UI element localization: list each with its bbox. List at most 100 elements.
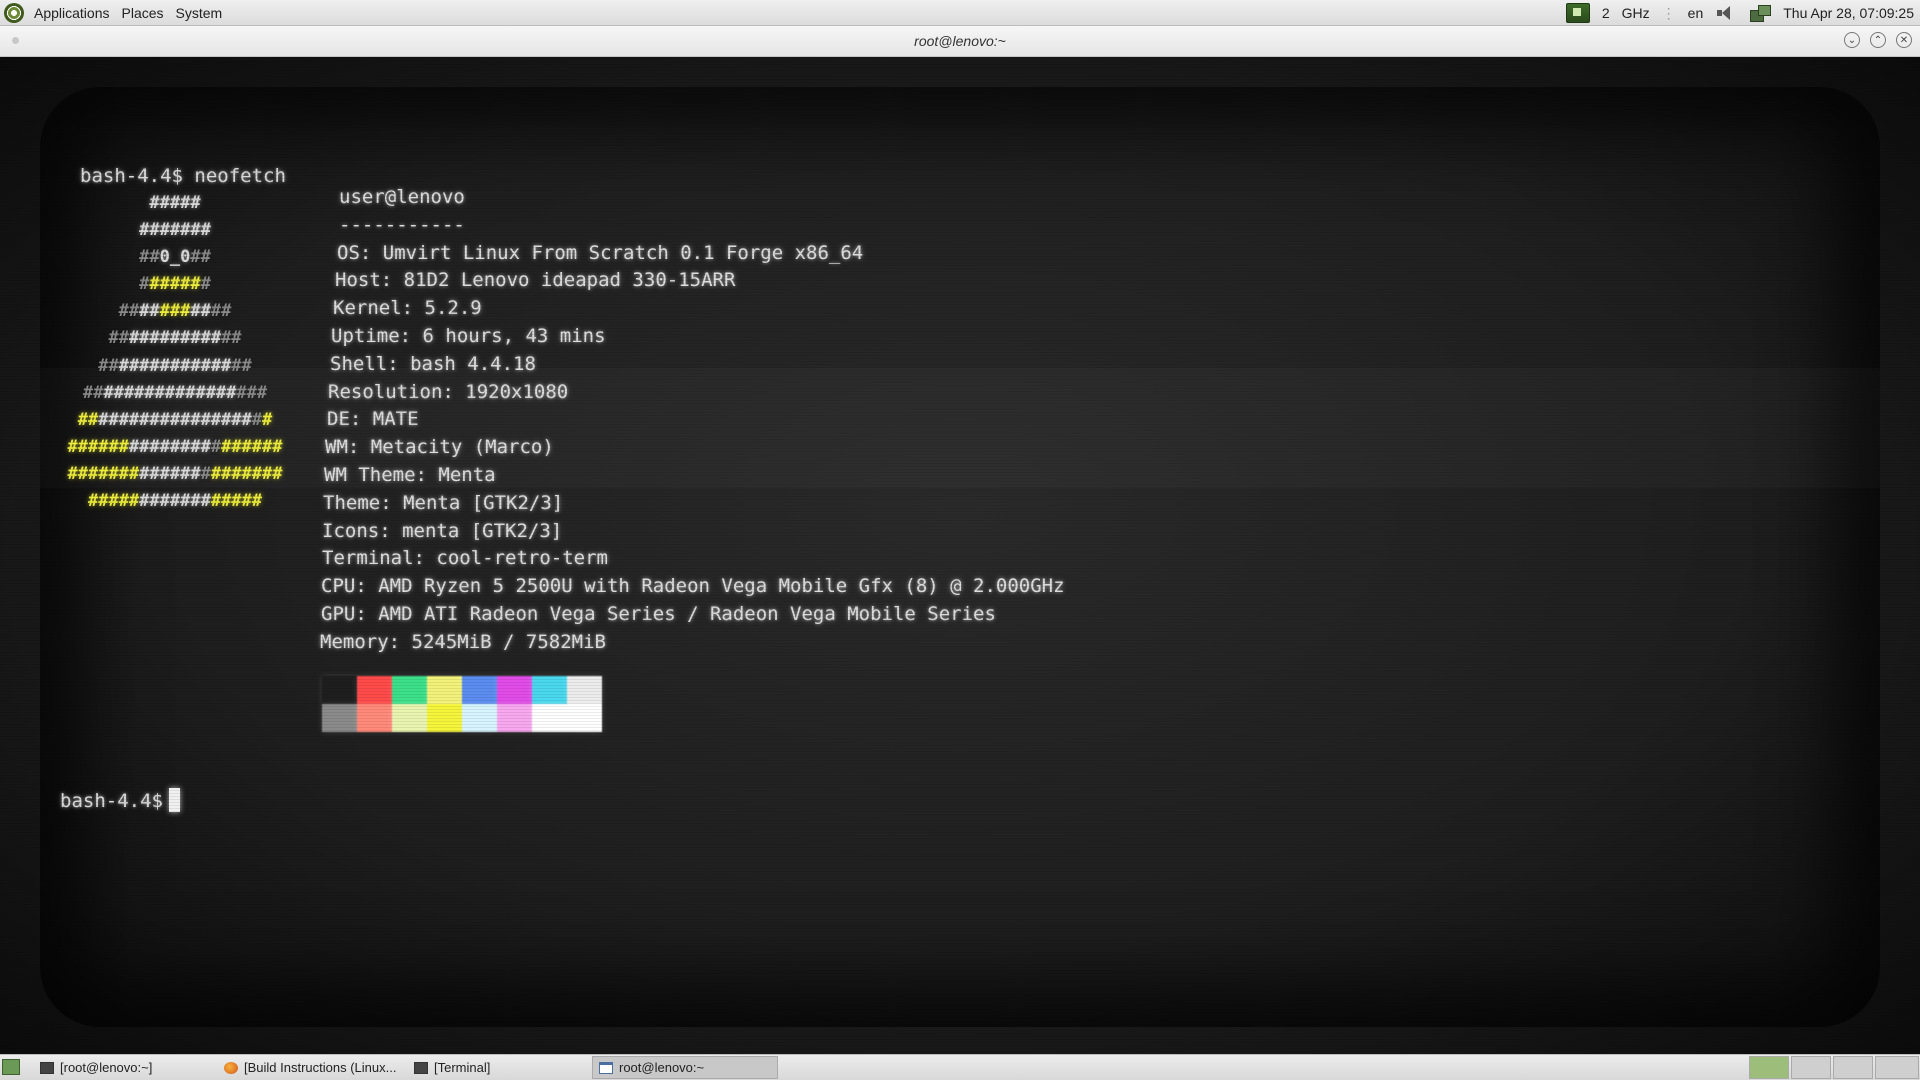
info-colon: :: [379, 519, 403, 542]
system-info: user@lenovo ----------- OS: Umvirt Linux F…: [320, 184, 1065, 657]
info-key: Resolution: [328, 380, 443, 403]
keyboard-layout-indicator[interactable]: en: [1688, 3, 1704, 23]
info-row: Memory: 5245MiB / 7582MiB: [320, 629, 1065, 657]
info-colon: :: [355, 575, 379, 598]
window-titlebar[interactable]: root@lenovo:~ ⌄ ⌃ ✕: [0, 26, 1920, 57]
terminal-icon: [414, 1061, 428, 1074]
info-key: Uptime: [331, 324, 400, 347]
taskbar-item-active-window[interactable]: root@lenovo:~: [592, 1056, 778, 1079]
info-colon: :: [388, 630, 412, 653]
top-panel: Applications Places System 2 GHz ⋮ en Th…: [0, 0, 1920, 26]
color-swatch: [497, 676, 532, 704]
workspace-1[interactable]: [1749, 1056, 1789, 1079]
info-row: Resolution: 1920x1080: [328, 379, 1065, 407]
workspace-4[interactable]: [1875, 1056, 1919, 1079]
panel-menus: Applications Places System: [4, 3, 224, 23]
command-line: bash-4.4$ neofetch: [80, 165, 286, 187]
info-key: Memory: [320, 630, 389, 653]
taskbar-item-browser[interactable]: [Build Instructions (Linux...: [218, 1056, 408, 1079]
info-value: Menta [GTK2/3]: [403, 491, 564, 514]
terminal-area[interactable]: bash-4.4$ neofetch ##### ####### ##0_0##…: [0, 57, 1920, 1054]
places-menu[interactable]: Places: [120, 3, 166, 23]
info-value: bash 4.4.18: [410, 352, 536, 375]
taskbar-item-label: [root@lenovo:~]: [60, 1060, 153, 1075]
terminal-icon: [40, 1061, 54, 1074]
taskbar-item-root-terminal[interactable]: [root@lenovo:~]: [34, 1056, 209, 1079]
info-value: 81D2 Lenovo ideapad 330-15ARR: [403, 269, 736, 292]
show-desktop-icon[interactable]: [2, 1059, 20, 1075]
ascii-logo: ##### ####### ##0_0## ####### ##########…: [67, 193, 283, 512]
info-colon: :: [399, 324, 423, 347]
prompt-text: bash-4.4$: [60, 790, 163, 812]
color-swatch: [462, 704, 497, 732]
info-row: Uptime: 6 hours, 43 mins: [331, 323, 1065, 351]
info-colon: :: [413, 547, 437, 570]
info-row: WM Theme: Menta: [324, 462, 1065, 490]
color-swatch: [392, 704, 427, 732]
workspace-2[interactable]: [1791, 1056, 1831, 1079]
volume-icon[interactable]: [1715, 4, 1737, 22]
bottom-panel: [root@lenovo:~] [Build Instructions (Lin…: [0, 1054, 1920, 1080]
system-menu[interactable]: System: [174, 3, 225, 23]
cpu-count: 2: [1601, 5, 1610, 21]
color-swatch: [462, 676, 497, 704]
info-key: Kernel: [333, 297, 402, 320]
color-swatch: [357, 704, 392, 732]
color-swatch: [567, 676, 602, 704]
info-value: 5.2.9: [424, 297, 482, 320]
color-swatch: [532, 676, 567, 704]
window-controls: ⌄ ⌃ ✕: [1844, 32, 1912, 48]
info-colon: :: [380, 491, 404, 514]
shell-prompt: bash-4.4$: [60, 788, 180, 812]
close-button[interactable]: ✕: [1896, 32, 1912, 48]
color-swatch: [567, 704, 602, 732]
info-key: WM: [325, 436, 348, 459]
info-key: Shell: [330, 352, 388, 375]
info-value: AMD Ryzen 5 2500U with Radeon Vega Mobil…: [378, 575, 1065, 598]
separator-icon: ⋮: [1661, 5, 1676, 21]
terminal-cursor: [168, 788, 180, 812]
panel-indicators: 2 GHz ⋮ en Thu Apr 28, 07:09:25: [1565, 3, 1914, 23]
info-key: GPU: [321, 602, 356, 625]
info-colon: :: [355, 602, 379, 625]
info-value: cool-retro-term: [436, 547, 608, 570]
info-row: GPU: AMD ATI Radeon Vega Series / Radeon…: [321, 601, 1065, 629]
distro-logo-icon[interactable]: [4, 3, 24, 23]
info-value: MATE: [372, 408, 419, 431]
color-swatch: [427, 676, 462, 704]
cpu-monitor-icon[interactable]: [1565, 3, 1590, 23]
info-value: Metacity (Marco): [370, 436, 554, 459]
workspace-3[interactable]: [1833, 1056, 1873, 1079]
info-value: Menta: [438, 463, 496, 486]
window-icon: [599, 1061, 613, 1074]
info-colon: :: [442, 380, 466, 403]
maximize-button[interactable]: ⌃: [1870, 32, 1886, 48]
info-key: WM Theme: [324, 463, 416, 486]
info-key: Icons: [322, 519, 380, 542]
info-colon: :: [415, 463, 439, 486]
info-value: menta [GTK2/3]: [402, 519, 563, 542]
info-value: 1920x1080: [465, 380, 569, 403]
info-value: AMD ATI Radeon Vega Series / Radeon Vega…: [378, 602, 996, 625]
clock[interactable]: Thu Apr 28, 07:09:25: [1783, 3, 1914, 23]
info-row: Host: 81D2 Lenovo ideapad 330-15ARR: [335, 267, 1065, 295]
info-row: OS: Umvirt Linux From Scratch 0.1 Forge …: [337, 240, 1065, 268]
taskbar-item-terminal[interactable]: [Terminal]: [408, 1056, 588, 1079]
applications-menu[interactable]: Applications: [32, 3, 112, 23]
info-colon: :: [401, 297, 425, 320]
info-row: Theme: Menta [GTK2/3]: [323, 490, 1065, 518]
color-swatch: [532, 704, 567, 732]
cpu-frequency-unit[interactable]: GHz: [1622, 3, 1650, 23]
minimize-button[interactable]: ⌄: [1844, 32, 1860, 48]
network-icon[interactable]: [1749, 4, 1772, 22]
info-value: 6 hours, 43 mins: [422, 324, 606, 347]
info-row: CPU: AMD Ryzen 5 2500U with Radeon Vega …: [321, 573, 1065, 601]
info-colon: :: [359, 241, 383, 264]
info-colon: :: [380, 269, 404, 292]
taskbar-item-label: [Build Instructions (Linux...: [244, 1060, 397, 1075]
info-colon: :: [387, 352, 411, 375]
info-key: Terminal: [322, 547, 414, 570]
info-colon: :: [347, 436, 371, 459]
color-swatch: [497, 704, 532, 732]
info-colon: :: [349, 408, 373, 431]
